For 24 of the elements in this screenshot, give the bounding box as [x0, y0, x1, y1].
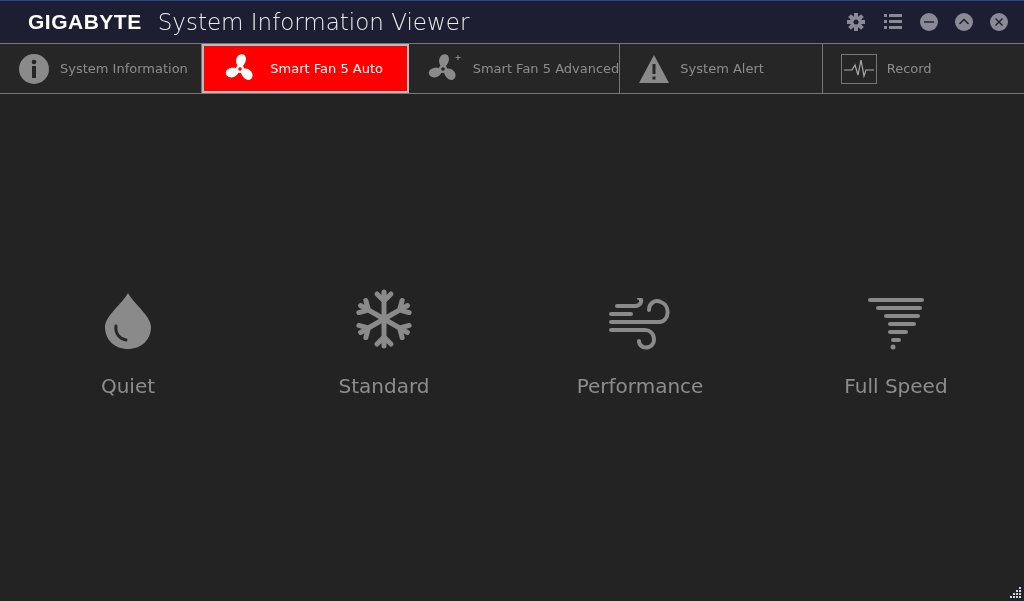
mode-label[interactable]: Performance [576, 373, 704, 398]
brand-logo: GIGABYTE [28, 10, 142, 34]
mode-label[interactable]: Quiet [100, 373, 156, 398]
tab[interactable]: Record [822, 44, 1024, 93]
close-icon[interactable] [990, 13, 1008, 31]
window-title: System Information Viewer [157, 9, 470, 35]
mode-label[interactable]: Full Speed [844, 373, 948, 398]
tab[interactable]: System Information [0, 44, 203, 93]
mode-label[interactable]: Standard [338, 373, 430, 398]
tornado-icon[interactable] [866, 297, 926, 350]
list-icon[interactable] [883, 13, 903, 31]
warning-icon [638, 53, 671, 84]
maximize-icon[interactable] [955, 13, 973, 31]
tab[interactable]: Smart Fan 5 Auto [202, 44, 409, 93]
resize-grip-icon[interactable] [1010, 587, 1022, 599]
minimize-icon[interactable] [920, 13, 938, 31]
info-icon [18, 52, 50, 85]
settings-icon[interactable] [846, 12, 866, 32]
heartbeat-icon [840, 53, 877, 84]
water-drop-icon[interactable] [104, 291, 152, 350]
snowflake-icon[interactable] [353, 287, 415, 350]
wind-icon[interactable] [609, 297, 671, 350]
tab[interactable]: Smart Fan 5 Advanced [408, 44, 621, 93]
tab[interactable]: System Alert [620, 44, 823, 93]
